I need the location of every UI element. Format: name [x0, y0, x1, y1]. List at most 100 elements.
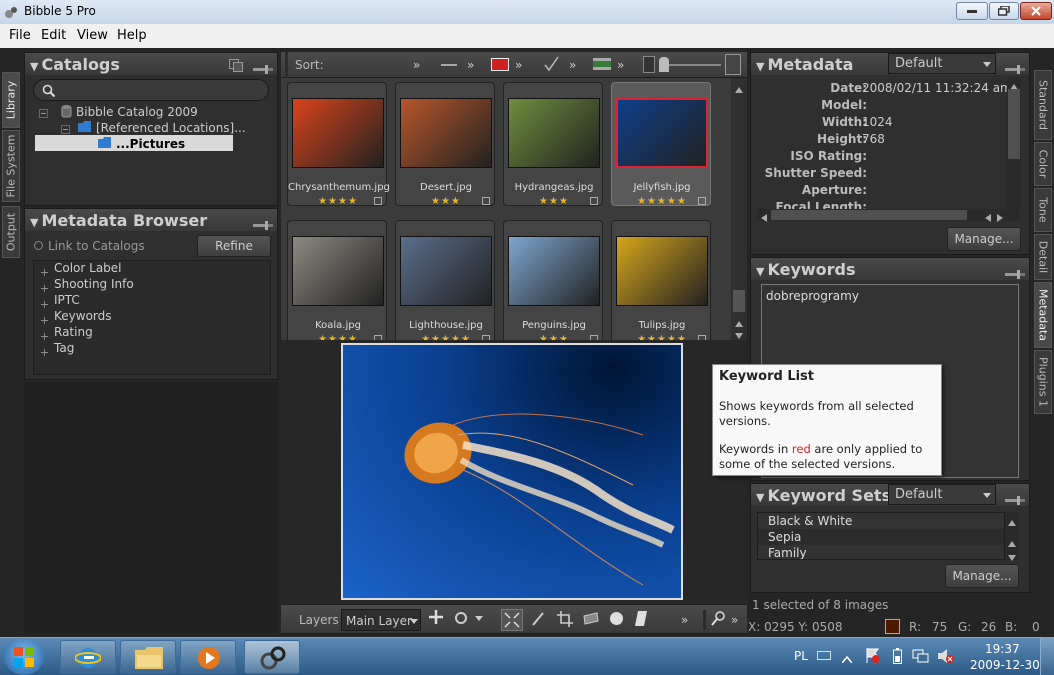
keyword-set-item[interactable]: Sepia	[758, 529, 1004, 545]
keyword-sets-scrollbar[interactable]	[1005, 512, 1019, 561]
spot-tool-icon[interactable]	[610, 612, 623, 625]
expand-icon[interactable]: »	[617, 58, 624, 72]
thumbnail-card[interactable]: Hydrangeas.jpg ★★★	[503, 82, 604, 207]
expand-plus-icon[interactable]	[41, 265, 48, 279]
thumb-large-icon[interactable]	[725, 54, 741, 75]
metadata-browser-item[interactable]: Shooting Info	[54, 277, 134, 291]
metadata-manage-button[interactable]: Manage...	[947, 227, 1021, 251]
metadata-browser-item[interactable]: Color Label	[54, 261, 122, 275]
expand-icon[interactable]: »	[515, 58, 522, 72]
catalogs-header[interactable]: ▼ Catalogs	[25, 53, 277, 75]
thumbnail-card[interactable]: Lighthouse.jpg★★★★★	[395, 220, 495, 345]
tab-detail[interactable]: Detail	[1034, 234, 1052, 280]
scroll-up-icon[interactable]	[735, 82, 743, 96]
eraser-icon[interactable]	[635, 611, 647, 629]
volume-muted-icon[interactable]	[937, 648, 955, 667]
expand-plus-icon[interactable]	[41, 297, 48, 311]
expand-icon[interactable]: »	[467, 58, 474, 72]
expand-icon[interactable]: »	[681, 613, 688, 627]
scroll-thumb[interactable]	[733, 290, 745, 312]
clock-date[interactable]: 2009-12-30	[970, 658, 1040, 672]
keyword-sets-header[interactable]: ▼ Keyword Sets Default	[751, 484, 1029, 506]
thumbnail-rating[interactable]: ★★★	[504, 196, 604, 207]
taskbar-bibble[interactable]	[244, 640, 300, 674]
keyboard-icon[interactable]	[817, 651, 831, 660]
catalog-search-input[interactable]	[33, 79, 269, 101]
battery-icon[interactable]	[893, 648, 902, 667]
fit-view-icon[interactable]	[501, 609, 523, 631]
thumbnail-card[interactable]: Penguins.jpg★★★	[503, 220, 603, 345]
scroll-down-icon[interactable]	[1008, 550, 1016, 564]
tab-file-system[interactable]: File System	[2, 130, 20, 202]
layer-select[interactable]: Main Layer	[341, 609, 421, 631]
scroll-up-icon[interactable]	[1008, 515, 1016, 529]
scroll-left-icon[interactable]	[761, 211, 767, 225]
refine-button[interactable]: Refine	[197, 235, 271, 257]
expand-icon[interactable]: »	[731, 613, 738, 627]
taskbar-explorer[interactable]	[120, 640, 176, 674]
tree-item-referenced[interactable]: [Referenced Locations]...	[96, 121, 246, 135]
thumbnail-image[interactable]	[292, 236, 384, 306]
metadata-hscrollbar[interactable]	[757, 209, 1019, 222]
filmstrip-icon[interactable]	[593, 58, 611, 73]
metadata-browser-header[interactable]: ▼ Metadata Browser	[25, 209, 277, 231]
pin-icon[interactable]	[253, 59, 273, 78]
show-desktop-button[interactable]	[1040, 638, 1054, 675]
thumbnail-image[interactable]	[292, 98, 384, 168]
thumbnail-image[interactable]	[508, 98, 600, 168]
taskbar-ie[interactable]	[60, 640, 116, 674]
pin-icon[interactable]	[1005, 490, 1025, 509]
expand-plus-icon[interactable]	[41, 313, 48, 327]
tree-expander-icon[interactable]	[39, 107, 48, 121]
tree-item-catalog[interactable]: Bibble Catalog 2009	[76, 105, 198, 119]
color-label-button[interactable]	[491, 58, 509, 71]
thumbnail-image[interactable]	[616, 236, 708, 306]
chevron-down-icon[interactable]	[475, 616, 483, 621]
brush-icon[interactable]	[531, 611, 545, 630]
maximize-button[interactable]	[989, 2, 1019, 20]
minimize-button[interactable]	[956, 2, 988, 20]
thumb-small-icon[interactable]	[643, 56, 655, 73]
metadata-preset-select[interactable]: Default	[888, 53, 996, 74]
link-catalogs-checkbox[interactable]	[34, 241, 43, 250]
start-button[interactable]	[4, 639, 44, 675]
keywords-header[interactable]: ▼ Keywords	[751, 258, 1029, 280]
pin-icon[interactable]	[253, 215, 273, 234]
network-icon[interactable]	[912, 648, 930, 667]
thumbnail-scrollbar[interactable]	[731, 78, 747, 340]
metadata-browser-item[interactable]: Keywords	[54, 309, 112, 323]
expand-plus-icon[interactable]	[41, 345, 48, 359]
scroll-left-icon[interactable]	[985, 211, 991, 225]
scroll-right-icon[interactable]	[997, 211, 1003, 225]
keyword-sets-manage-button[interactable]: Manage...	[945, 564, 1019, 588]
menu-file[interactable]: File	[9, 28, 31, 43]
expand-plus-icon[interactable]	[41, 281, 48, 295]
flag-icon[interactable]	[866, 648, 880, 666]
sort-expand-icon[interactable]: »	[413, 58, 420, 72]
keyword-sets-select[interactable]: Default	[888, 484, 996, 505]
expand-icon[interactable]: »	[569, 58, 576, 72]
preview-image[interactable]	[341, 343, 683, 600]
add-layer-icon[interactable]	[429, 610, 443, 627]
scroll-thumb[interactable]	[1008, 89, 1020, 159]
tab-plugins[interactable]: Plugins 1	[1034, 350, 1052, 414]
tab-tone[interactable]: Tone	[1034, 188, 1052, 232]
tab-standard[interactable]: Standard	[1034, 70, 1052, 140]
metadata-header[interactable]: ▼ Metadata Default	[751, 53, 1029, 75]
crop-icon[interactable]	[557, 611, 573, 630]
menu-edit[interactable]: Edit	[41, 28, 66, 43]
menu-view[interactable]: View	[77, 28, 108, 43]
metadata-browser-item[interactable]: Rating	[54, 325, 93, 339]
thumbnail-card[interactable]: Chrysanthemum.jpg ★★★★	[287, 82, 390, 207]
close-button[interactable]	[1020, 2, 1052, 20]
tab-color[interactable]: Color	[1034, 142, 1052, 186]
tab-library[interactable]: Library	[2, 72, 20, 128]
thumbnail-rating[interactable]: ★★★★	[288, 196, 388, 207]
thumbnail-image[interactable]	[400, 236, 492, 306]
circle-tool-icon[interactable]	[455, 612, 467, 624]
clock-time[interactable]: 19:37	[985, 642, 1020, 656]
thumbnail-card[interactable]: Desert.jpg ★★★	[395, 82, 495, 207]
metadata-browser-item[interactable]: IPTC	[54, 293, 80, 307]
thumbnail-image[interactable]	[400, 98, 492, 168]
tree-item-pictures[interactable]: ...Pictures	[116, 137, 185, 151]
